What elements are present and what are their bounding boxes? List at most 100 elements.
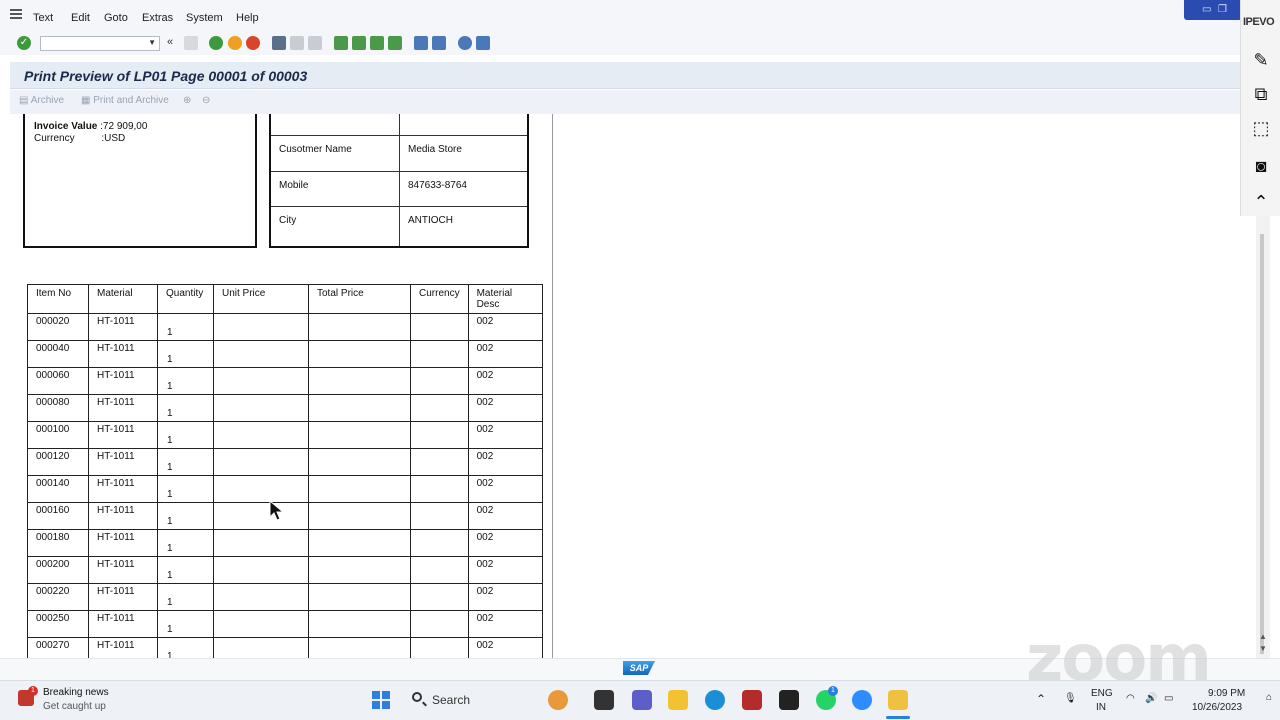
help-icon[interactable]	[458, 36, 472, 50]
menu-system[interactable]: System	[186, 12, 223, 24]
back-icon[interactable]	[209, 36, 223, 50]
archive-button[interactable]: ▤ Archive	[19, 95, 64, 106]
restore-icon[interactable]: ❐	[1218, 4, 1227, 15]
col-total-price: Total Price	[308, 284, 411, 314]
zoom-out-icon[interactable]: ⊖	[202, 95, 210, 106]
annotate-icon[interactable]: ⧉	[1247, 80, 1275, 108]
notification-icon[interactable]: ⌂	[1266, 692, 1272, 703]
camera-icon[interactable]: ◙	[1247, 152, 1275, 180]
total-price-cell	[308, 340, 411, 368]
shortcut-icon[interactable]	[432, 36, 446, 50]
region-label[interactable]: IN	[1096, 702, 1106, 713]
mobile-value: 847633-8764	[408, 180, 467, 191]
news-widget-title[interactable]: Breaking news	[43, 687, 109, 698]
material-desc-cell: 002	[467, 367, 543, 395]
quantity-cell-text: 1	[167, 543, 173, 554]
command-field[interactable]: ▼	[40, 36, 160, 51]
app-icon[interactable]	[779, 690, 799, 710]
material-desc-cell-text: 002	[476, 397, 494, 408]
menu-help[interactable]: Help	[236, 12, 259, 24]
select-area-icon[interactable]: ⬚	[1247, 114, 1275, 142]
menu-text[interactable]: Text	[33, 12, 53, 24]
clock-date[interactable]: 10/26/2023	[1192, 702, 1242, 713]
divider	[271, 135, 527, 136]
layout-menu-icon[interactable]	[476, 36, 490, 50]
menu-edit[interactable]: Edit	[71, 12, 90, 24]
windows-start-icon[interactable]	[372, 691, 390, 709]
invoice-box: Invoice Value :72 909,00 Currency :USD	[23, 114, 257, 248]
clock-time[interactable]: 9:09 PM	[1208, 688, 1245, 699]
find-icon[interactable]	[290, 36, 304, 50]
menu-goto[interactable]: Goto	[104, 12, 128, 24]
save-icon[interactable]	[184, 36, 198, 50]
quantity-cell-text: 1	[167, 570, 173, 581]
item-no-cell: 000220	[27, 583, 89, 611]
new-session-icon[interactable]	[414, 36, 428, 50]
item-no-cell-text: 000180	[36, 532, 70, 543]
unit-price-cell	[213, 367, 309, 395]
previous-page-icon[interactable]	[352, 36, 366, 50]
item-no-cell-text: 000200	[36, 559, 70, 570]
city-label: City	[279, 215, 297, 226]
news-widget-subtitle[interactable]: Get caught up	[43, 701, 106, 712]
sap-logon-icon[interactable]	[888, 690, 908, 710]
material-desc-cell: 002	[467, 448, 543, 476]
pen-icon[interactable]: ✎	[1247, 46, 1275, 74]
print-archive-button[interactable]: ▦ Print and Archive	[81, 95, 169, 106]
language-label[interactable]: ENG	[1091, 688, 1113, 699]
menu-extras[interactable]: Extras	[142, 12, 173, 24]
quantity-cell: 1	[157, 367, 214, 395]
exit-icon[interactable]	[228, 36, 242, 50]
material-cell-text: HT-1011	[97, 397, 135, 408]
quantity-cell-text: 1	[167, 624, 173, 635]
chevron-up-icon[interactable]: ⌃	[1036, 692, 1046, 706]
print-preview-area[interactable]: Invoice Value :72 909,00 Currency :USD C…	[10, 114, 1256, 658]
find-next-icon[interactable]	[308, 36, 322, 50]
volume-icon[interactable]: 🔊	[1145, 693, 1157, 704]
first-page-icon[interactable]	[334, 36, 348, 50]
material-desc-cell: 002	[467, 583, 543, 611]
task-view-icon[interactable]	[594, 690, 614, 710]
file-explorer-icon[interactable]	[668, 690, 688, 710]
widget-app-icon[interactable]	[548, 690, 568, 710]
material-desc-cell-text: 002	[476, 478, 494, 489]
zoom-in-icon[interactable]: ⊕	[183, 95, 191, 106]
cancel-icon[interactable]	[246, 36, 260, 50]
currency-cell	[410, 583, 469, 611]
print-icon[interactable]	[272, 36, 286, 50]
menu-icon[interactable]	[10, 9, 22, 19]
total-price-cell	[308, 421, 411, 449]
unit-price-cell	[213, 502, 309, 530]
scrollbar-thumb[interactable]	[1260, 234, 1264, 654]
material-cell: HT-1011	[88, 502, 158, 530]
material-desc-cell: 002	[467, 340, 543, 368]
teams-icon[interactable]	[632, 690, 652, 710]
material-cell: HT-1011	[88, 340, 158, 368]
unit-price-cell	[213, 421, 309, 449]
scroll-up-icon[interactable]: ▲	[1259, 632, 1267, 641]
last-page-icon[interactable]	[388, 36, 402, 50]
material-cell-text: HT-1011	[97, 424, 135, 435]
table-row: 000180 HT-1011 1 002	[27, 529, 543, 557]
scroll-down-icon[interactable]: ▼	[1259, 644, 1267, 653]
chevron-down-icon[interactable]: ▼	[148, 38, 156, 47]
table-row: 000200 HT-1011 1 002	[27, 556, 543, 584]
total-price-cell	[308, 448, 411, 476]
chevron-up-icon[interactable]: ⌃	[1247, 188, 1275, 216]
check-icon[interactable]: ✓	[17, 36, 31, 50]
microphone-icon[interactable]: 🎙	[1064, 693, 1077, 704]
material-desc-cell-text: 002	[476, 640, 494, 651]
chevron-left-icon[interactable]: «	[167, 36, 177, 50]
item-no-cell-text: 000120	[36, 451, 70, 462]
wifi-icon[interactable]: ◠	[1126, 693, 1135, 704]
edge-browser-icon[interactable]	[705, 690, 725, 710]
zoom-app-icon[interactable]	[852, 690, 872, 710]
total-price-cell	[308, 313, 411, 341]
app-icon[interactable]	[742, 690, 762, 710]
minimize-icon[interactable]: ▭	[1202, 4, 1211, 15]
currency-cell	[410, 556, 469, 584]
battery-icon[interactable]: ▭	[1164, 693, 1173, 704]
col-unit-price: Unit Price	[213, 284, 309, 314]
material-desc-cell: 002	[467, 556, 543, 584]
next-page-icon[interactable]	[370, 36, 384, 50]
